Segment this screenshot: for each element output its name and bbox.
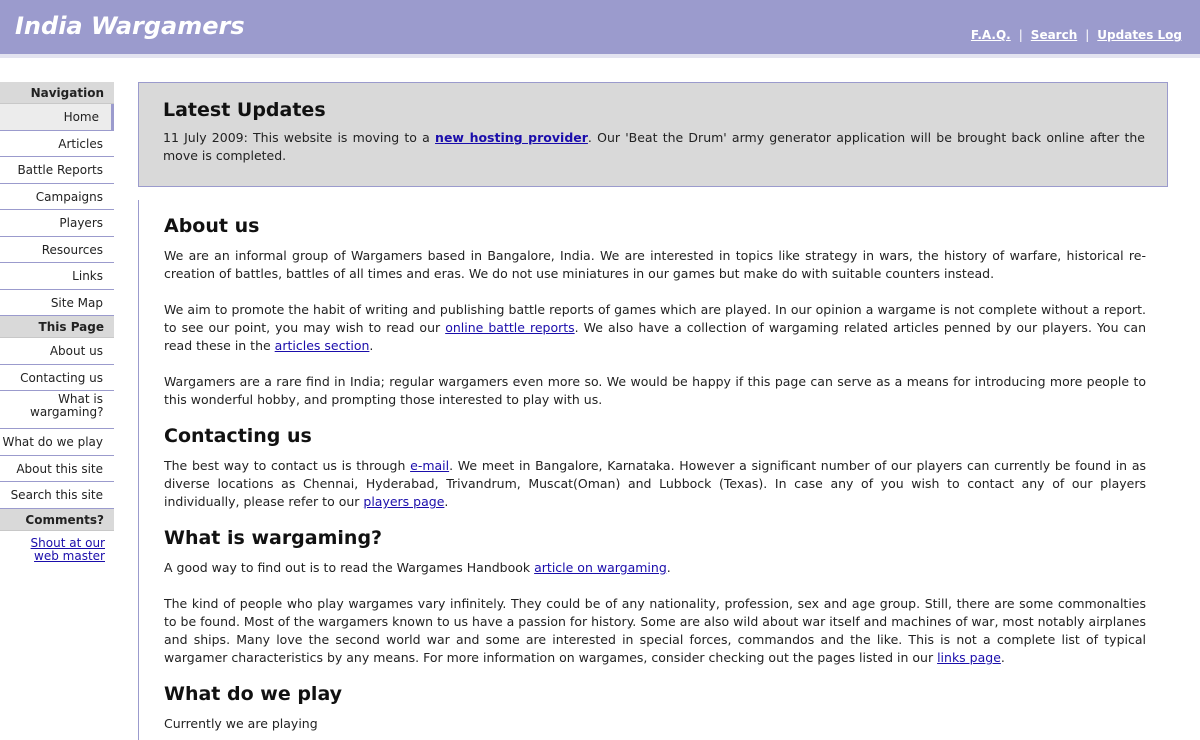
online-battle-reports-link[interactable]: online battle reports [445, 320, 574, 335]
sidebar-item-home[interactable]: Home [0, 104, 114, 131]
sidebar-item-players[interactable]: Players [0, 210, 114, 237]
email-link[interactable]: e-mail [410, 458, 449, 473]
sidebar-item-about-this-site[interactable]: About this site [0, 456, 114, 482]
wargaming-text: A good way to find out is to read the Wa… [164, 560, 535, 575]
play-paragraph: Currently we are playing [164, 716, 318, 731]
sidebar-item-contacting-us[interactable]: Contacting us [0, 365, 114, 391]
contact-paragraph: The best way to contact us is through e-… [164, 457, 1146, 511]
sidebar-item-site-map[interactable]: Site Map [0, 290, 114, 316]
comment-link-wrapper: Shout at our web master [0, 531, 114, 563]
what-do-we-play-heading: What do we play [164, 683, 343, 705]
update-text-start: 11 July 2009: This website is moving to … [163, 130, 436, 145]
latest-updates-title: Latest Updates [163, 99, 326, 121]
search-link[interactable]: Search [1031, 28, 1077, 42]
contact-text: . [444, 494, 449, 509]
comments-heading: Comments? [0, 508, 114, 531]
updates-log-link[interactable]: Updates Log [1097, 28, 1182, 42]
about-paragraph-2: We aim to promote the habit of writing a… [164, 301, 1146, 355]
latest-updates-text: 11 July 2009: This website is moving to … [163, 129, 1145, 165]
navigation-heading: Navigation [0, 82, 114, 104]
links-page-link[interactable]: links page [937, 650, 1001, 665]
top-links: F.A.Q. | Search | Updates Log [971, 28, 1182, 42]
link-separator: | [1018, 28, 1023, 42]
sidebar-item-about-us[interactable]: About us [0, 338, 114, 365]
sidebar-item-battle-reports[interactable]: Battle Reports [0, 157, 114, 184]
sidebar-item-what-do-we-play[interactable]: What do we play [0, 429, 114, 456]
contact-heading: Contacting us [164, 425, 312, 447]
faq-link[interactable]: F.A.Q. [971, 28, 1011, 42]
wargaming-text: . [1000, 650, 1005, 665]
sidebar-item-links[interactable]: Links [0, 263, 114, 290]
sidebar-item-search-this-site[interactable]: Search this site [0, 482, 114, 509]
articles-section-link[interactable]: articles section [275, 338, 370, 353]
main-content: About us We are an informal group of War… [138, 200, 1148, 740]
what-is-wargaming-heading: What is wargaming? [164, 527, 383, 549]
about-paragraph-3: Wargamers are a rare find in India; regu… [164, 374, 1146, 407]
article-on-wargaming-link[interactable]: article on wargaming [534, 560, 667, 575]
wargaming-paragraph-2: The kind of people who play wargames var… [164, 595, 1146, 667]
wargaming-paragraph-1: A good way to find out is to read the Wa… [164, 559, 1146, 577]
players-page-link[interactable]: players page [363, 494, 444, 509]
sidebar-item-resources[interactable]: Resources [0, 237, 114, 263]
about-heading: About us [164, 215, 260, 237]
site-title: India Wargamers [15, 12, 245, 40]
shout-at-webmaster-link[interactable]: Shout at our web master [25, 536, 105, 563]
sidebar-item-what-is-wargaming[interactable]: What is wargaming? [0, 391, 114, 429]
sidebar-item-articles[interactable]: Articles [0, 131, 114, 157]
sidebar: Navigation Home Articles Battle Reports … [0, 82, 114, 563]
site-header: India Wargamers F.A.Q. | Search | Updates Lo… [0, 0, 1200, 58]
sidebar-item-campaigns[interactable]: Campaigns [0, 184, 114, 210]
sidebar-item-label: What is wargaming? [30, 392, 104, 419]
about-paragraph-1: We are an informal group of Wargamers ba… [164, 248, 1146, 281]
link-separator: | [1085, 28, 1090, 42]
this-page-heading: This Page [0, 316, 114, 338]
wargaming-text: . [666, 560, 671, 575]
about-p2-text: . [369, 338, 374, 353]
contact-text: The best way to contact us is through [164, 458, 411, 473]
new-hosting-provider-link[interactable]: new hosting provider [435, 130, 588, 145]
latest-updates-box: Latest Updates 11 July 2009: This websit… [138, 82, 1168, 187]
